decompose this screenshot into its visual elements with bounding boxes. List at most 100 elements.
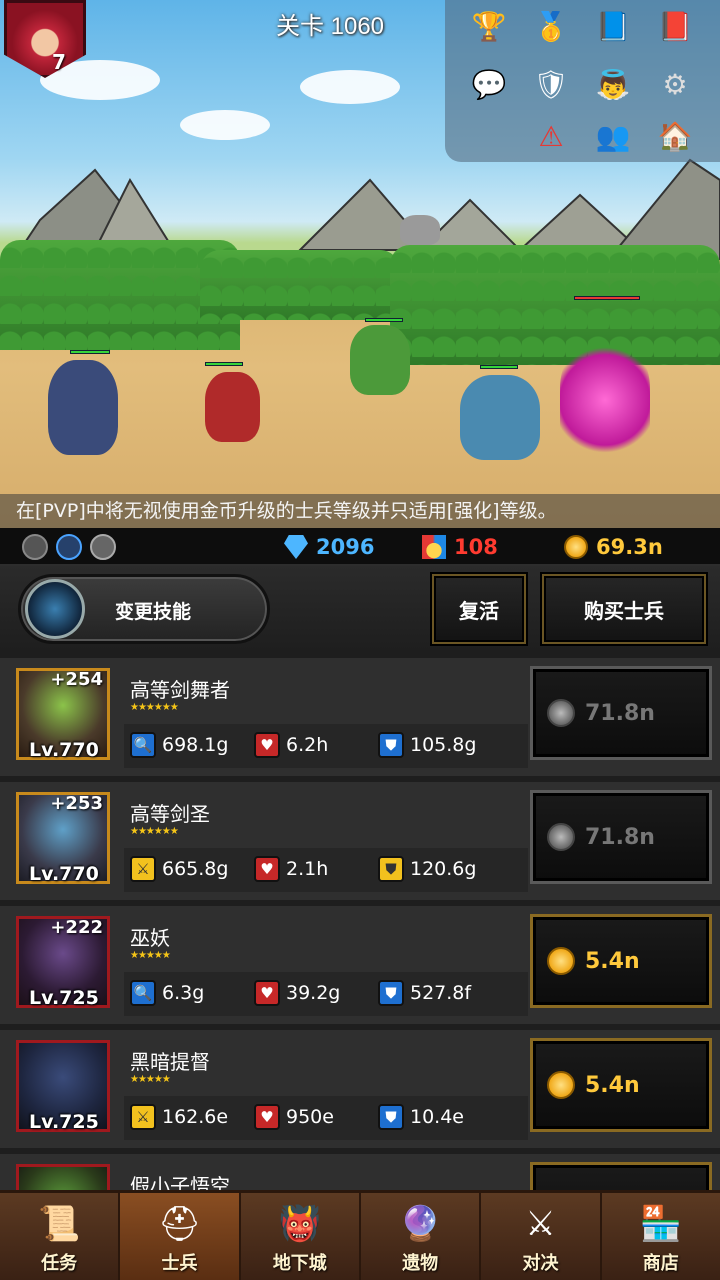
chat-icon[interactable]: 💬	[467, 62, 511, 106]
soldier-portrait[interactable]	[16, 1164, 110, 1190]
soldier-portrait[interactable]: +254 Lv.770	[16, 668, 110, 761]
cloud	[180, 110, 270, 140]
soldier-row[interactable]: +222 Lv.725 巫妖 ★★★★★ 🔍 6.3g ♥ 39.2g ⛊ 527.8…	[0, 900, 720, 1024]
nav-soldier[interactable]: ⛑ 士兵	[120, 1193, 241, 1280]
soldier-stars: ★★★★★★	[130, 702, 179, 713]
revive-label: 复活	[459, 598, 499, 623]
soldier-stats: ⚔ 162.6e ♥ 950e ⛊ 10.4e	[124, 1096, 528, 1140]
medal-counter: 108	[422, 532, 498, 562]
diamond-icon	[284, 535, 308, 559]
hp-stat: ♥ 39.2g	[254, 980, 340, 1006]
nav-duel[interactable]: ⚔ 对决	[481, 1193, 602, 1280]
relic-orb-icon: 🔮	[398, 1204, 442, 1244]
team-member-avatar	[90, 534, 116, 560]
defense-stat: ⛊ 120.6g	[378, 856, 476, 882]
soldier-level: Lv.725	[29, 1111, 99, 1133]
nav-shop[interactable]: 🏪 商店	[602, 1193, 720, 1280]
soldier-row[interactable]: 假小子悟空	[0, 1148, 720, 1190]
soldier-portrait[interactable]: +222 Lv.725	[16, 916, 110, 1009]
heart-icon: ♥	[254, 980, 280, 1006]
unit-hp-bar	[205, 362, 243, 366]
gem-value: 2096	[316, 535, 375, 559]
nav-label: 地下城	[272, 1253, 327, 1274]
soldier-stats: ⚔ 665.8g ♥ 2.1h ⛊ 120.6g	[124, 848, 528, 892]
guild-crest-icon[interactable]: 🛡	[529, 62, 573, 106]
heart-icon: ♥	[254, 856, 280, 882]
settings-gear-icon[interactable]: ⚙	[653, 62, 697, 106]
enemy-hp-bar	[574, 296, 640, 300]
nav-label: 商店	[642, 1253, 679, 1274]
heart-icon: ♥	[254, 1104, 280, 1130]
buy-soldier-button[interactable]: 购买士兵	[542, 574, 706, 644]
forest	[390, 245, 720, 365]
nav-relic[interactable]: 🔮 遗物	[361, 1193, 482, 1280]
trophy-icon[interactable]: 🏆	[467, 4, 511, 48]
sword-dancer-unit	[350, 325, 410, 395]
warning-triangle-icon[interactable]: ⚠	[529, 114, 573, 158]
player-level: 7	[52, 50, 66, 74]
shield-icon: ⛊	[378, 1104, 404, 1130]
soldier-portrait[interactable]: Lv.725	[16, 1040, 110, 1133]
soldier-name: 高等剑圣	[130, 802, 210, 826]
sword-icon: ⚔	[130, 1104, 156, 1130]
attack-stat: 🔍 6.3g	[130, 980, 204, 1006]
unit-hp-bar	[70, 350, 110, 354]
crossed-swords-icon: ⚔	[525, 1204, 556, 1244]
upgrade-button[interactable]: 71.8n	[530, 790, 712, 884]
medal-icon	[422, 535, 446, 559]
soldier-level: Lv.725	[29, 987, 99, 1009]
defense-stat: ⛊ 10.4e	[378, 1104, 464, 1130]
sword-book-icon[interactable]: 📕	[653, 4, 697, 48]
currency-bar: 2096 108 69.3n	[0, 528, 720, 566]
dungeon-monster-icon: 👹	[278, 1204, 321, 1244]
hp-stat: ♥ 6.2h	[254, 732, 328, 758]
knight-unit	[205, 372, 260, 442]
lightning-tower-skill-icon	[25, 579, 85, 639]
soldier-stars: ★★★★★	[130, 950, 171, 961]
heart-icon: ♥	[254, 732, 280, 758]
medal-value: 108	[454, 535, 498, 559]
revive-button[interactable]: 复活	[432, 574, 526, 644]
nav-quest[interactable]: 📜 任务	[0, 1193, 121, 1280]
knight-book-icon[interactable]: 📘	[591, 4, 635, 48]
menu-icon-panel: 🏆 🥇 📘 📕 💬 🛡 👼 ⚙ ⚠ 👥 🏠	[445, 0, 720, 162]
house-icon[interactable]: 🏠	[653, 114, 697, 158]
soldier-level: Lv.770	[29, 739, 99, 761]
soldier-row[interactable]: +253 Lv.770 高等剑圣 ★★★★★★ ⚔ 665.8g ♥ 2.1h ⛊ 1…	[0, 776, 720, 900]
shield-icon: ⛊	[378, 856, 404, 882]
soldier-row[interactable]: +254 Lv.770 高等剑舞者 ★★★★★★ 🔍 698.1g ♥ 6.2h ⛊…	[0, 652, 720, 776]
shop-icon: 🏪	[639, 1204, 682, 1244]
soldier-name: 高等剑舞者	[130, 678, 230, 702]
soldier-row[interactable]: Lv.725 黑暗提督 ★★★★★ ⚔ 162.6e ♥ 950e ⛊ 10.4e 5…	[0, 1024, 720, 1148]
defense-stat: ⛊ 527.8f	[378, 980, 471, 1006]
flying-enemy-unit	[400, 215, 440, 245]
attack-stat: 🔍 698.1g	[130, 732, 228, 758]
upgrade-price: 5.4n	[585, 948, 640, 974]
upgrade-button[interactable]: 5.4n	[530, 1038, 712, 1132]
scroll-quest-icon: 📜	[37, 1204, 81, 1244]
change-skill-button[interactable]: 变更技能	[18, 574, 270, 644]
unit-hp-bar	[365, 318, 403, 322]
soldier-name: 巫妖	[130, 926, 170, 950]
soldier-name: 假小子悟空	[130, 1174, 230, 1190]
sword-saint-unit	[460, 375, 540, 460]
gold-value: 69.3n	[596, 535, 663, 559]
friends-icon[interactable]: 👥	[591, 114, 635, 158]
nav-dungeon[interactable]: 👹 地下城	[241, 1193, 361, 1280]
upgrade-button[interactable]	[530, 1162, 712, 1190]
soldier-stars: ★★★★★★	[130, 826, 179, 837]
soldier-list: +254 Lv.770 高等剑舞者 ★★★★★★ 🔍 698.1g ♥ 6.2h ⛊…	[0, 652, 720, 1190]
ranking-podium-icon[interactable]: 🥇	[529, 4, 573, 48]
magnifier-icon: 🔍	[130, 732, 156, 758]
angel-icon[interactable]: 👼	[591, 62, 635, 106]
enhance-level: +254	[50, 669, 103, 690]
soldier-stats: 🔍 698.1g ♥ 6.2h ⛊ 105.8g	[124, 724, 528, 768]
shield-icon: ⛊	[378, 980, 404, 1006]
upgrade-button[interactable]: 5.4n	[530, 914, 712, 1008]
soldier-portrait[interactable]: +253 Lv.770	[16, 792, 110, 885]
action-row: 变更技能 复活 购买士兵	[0, 566, 720, 652]
gold-coin-icon	[564, 535, 588, 559]
upgrade-button[interactable]: 71.8n	[530, 666, 712, 760]
notice-banner: 在[PVP]中将无视使用金币升级的士兵等级并只适用[强化]等级。	[0, 494, 720, 528]
silver-coin-icon	[547, 699, 575, 727]
